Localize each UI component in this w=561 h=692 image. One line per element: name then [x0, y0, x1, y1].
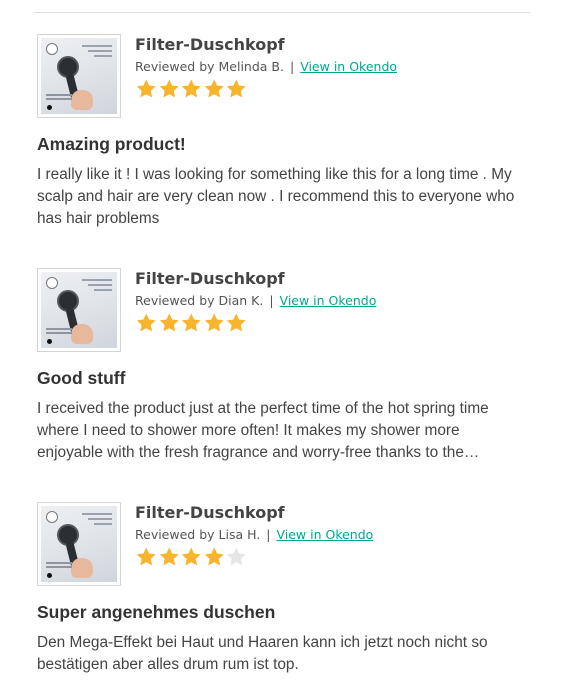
star-icon	[226, 547, 246, 566]
shower-head-image	[41, 506, 117, 582]
view-in-okendo-link[interactable]: View in Okendo	[300, 59, 397, 74]
review-card: Filter-Duschkopf Reviewed by Lisa H. | Vie…	[37, 502, 527, 673]
review-header: Filter-Duschkopf Reviewed by Melinda B. |…	[37, 34, 527, 120]
view-in-okendo-link[interactable]: View in Okendo	[276, 527, 373, 542]
review-title: Good stuff	[37, 368, 126, 388]
view-in-okendo-link[interactable]: View in Okendo	[280, 293, 377, 308]
product-thumbnail[interactable]	[37, 502, 121, 586]
product-name: Filter-Duschkopf	[135, 503, 285, 522]
star-icon	[136, 547, 156, 566]
product-name: Filter-Duschkopf	[135, 35, 285, 54]
product-thumbnail[interactable]	[37, 268, 121, 352]
star-icon	[159, 79, 179, 98]
star-rating	[135, 78, 248, 100]
meta-separator: |	[289, 59, 295, 74]
review-card: Filter-Duschkopf Reviewed by Melinda B. |…	[37, 34, 527, 227]
star-icon	[136, 79, 156, 98]
star-icon	[181, 79, 201, 98]
review-card: Filter-Duschkopf Reviewed by Dian K. | Vie…	[37, 268, 527, 461]
star-icon	[181, 547, 201, 566]
reviewer-name: Reviewed by Dian K.	[135, 293, 264, 308]
review-meta: Reviewed by Lisa H. | View in Okendo	[135, 526, 373, 544]
star-rating	[135, 546, 248, 568]
star-icon	[159, 313, 179, 332]
star-rating	[135, 312, 248, 334]
star-icon	[136, 313, 156, 332]
shower-head-image	[41, 272, 117, 348]
meta-separator: |	[269, 293, 274, 308]
star-icon	[226, 79, 246, 98]
star-icon	[204, 547, 224, 566]
meta-separator: |	[266, 527, 271, 542]
review-title: Super angenehmes duschen	[37, 602, 276, 622]
star-icon	[226, 313, 246, 332]
review-body: I received the product just at the perfe…	[37, 400, 489, 461]
reviewer-name: Reviewed by Lisa H.	[135, 527, 261, 542]
review-meta: Reviewed by Melinda B. | View in Okendo	[135, 58, 397, 76]
review-body: I really like it ! I was looking for som…	[37, 166, 515, 227]
reviewer-name: Reviewed by Melinda B.	[135, 59, 284, 74]
review-header: Filter-Duschkopf Reviewed by Lisa H. | Vie…	[37, 502, 527, 588]
product-thumbnail[interactable]	[37, 34, 121, 118]
star-icon	[204, 313, 224, 332]
review-body: Den Mega-Effekt bei Haut und Haaren kann…	[37, 634, 488, 673]
shower-head-image	[41, 38, 117, 114]
review-header: Filter-Duschkopf Reviewed by Dian K. | Vie…	[37, 268, 527, 354]
top-divider	[34, 12, 530, 13]
star-icon	[204, 79, 224, 98]
star-icon	[181, 313, 201, 332]
review-meta: Reviewed by Dian K. | View in Okendo	[135, 292, 376, 310]
star-icon	[159, 547, 179, 566]
review-title: Amazing product!	[37, 134, 186, 154]
product-name: Filter-Duschkopf	[135, 269, 285, 288]
